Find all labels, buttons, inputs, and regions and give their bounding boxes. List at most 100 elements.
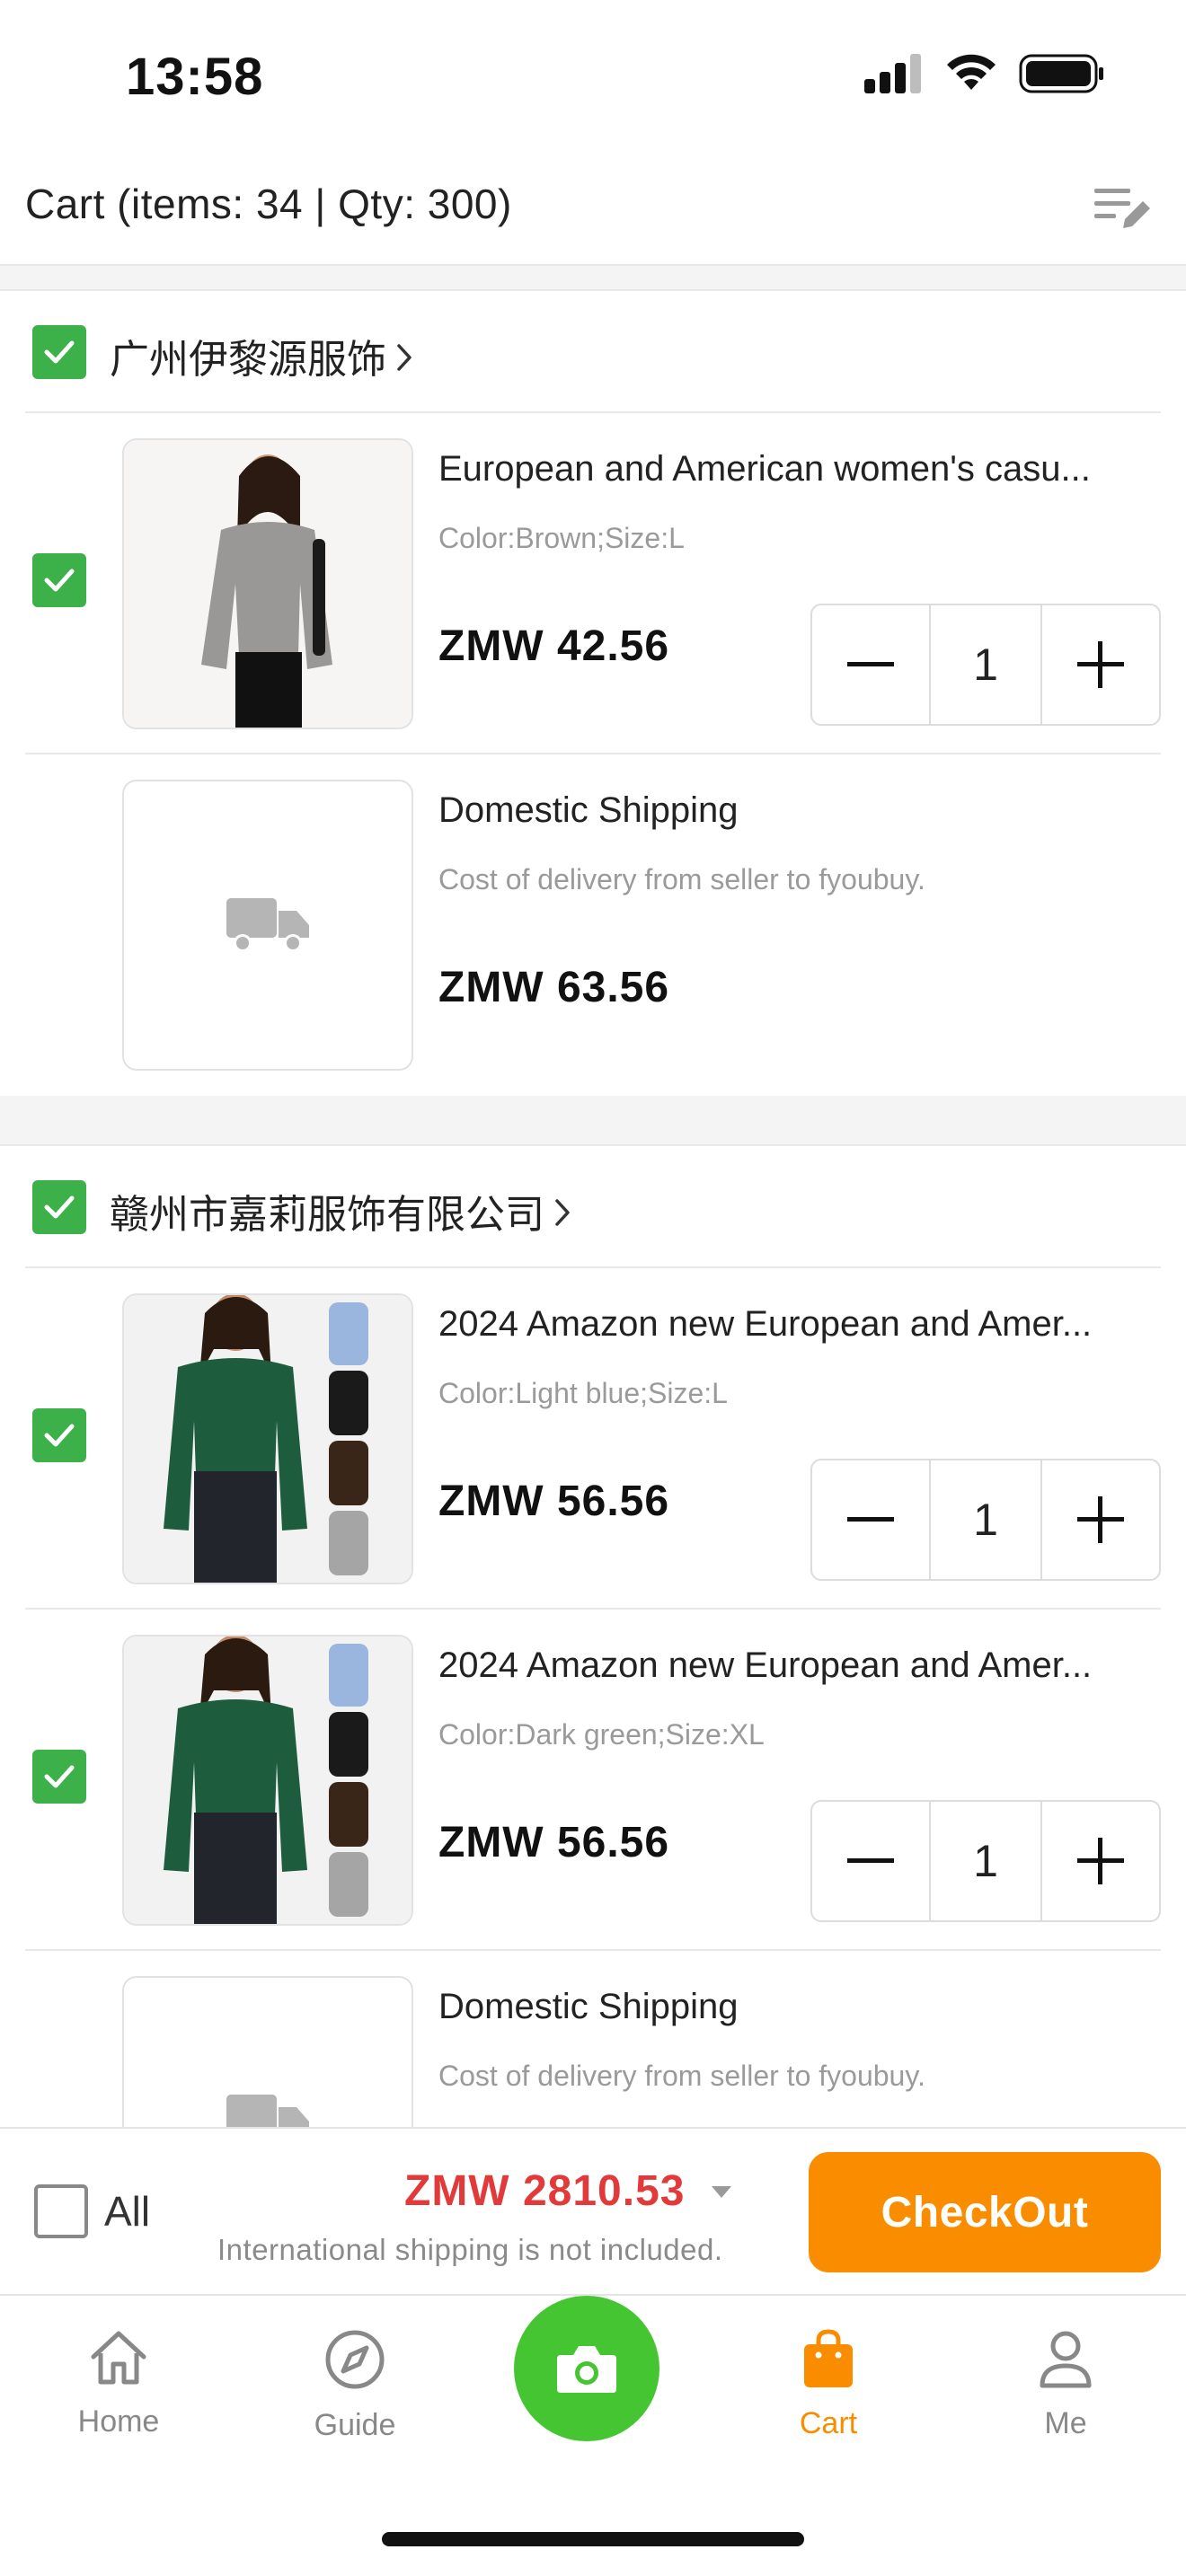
cart-item: 2024 Amazon new European and Amer... Col… bbox=[25, 1268, 1161, 1610]
item-price: ZMW 42.56 bbox=[438, 622, 670, 670]
checkmark-icon bbox=[44, 1424, 75, 1447]
truck-icon bbox=[226, 2095, 309, 2127]
chevron-right-icon bbox=[553, 1193, 573, 1238]
shipping-title: Domestic Shipping bbox=[438, 1987, 739, 2026]
seller-name[interactable]: 赣州市嘉莉服饰有限公司 bbox=[110, 1182, 573, 1239]
increase-button[interactable] bbox=[1042, 1802, 1159, 1920]
edit-list-button[interactable] bbox=[1091, 180, 1154, 237]
minus-icon bbox=[847, 1858, 894, 1863]
tab-me-label: Me bbox=[1044, 2406, 1087, 2440]
seller-checkbox[interactable] bbox=[32, 1180, 86, 1234]
camera-icon bbox=[557, 2346, 616, 2393]
checkmark-icon bbox=[44, 1765, 75, 1788]
item-checkbox[interactable] bbox=[32, 553, 86, 607]
shipping-item: Domestic Shipping Cost of delivery from … bbox=[25, 1951, 1161, 2127]
shipping-item: Domestic Shipping Cost of delivery from … bbox=[25, 754, 1161, 1096]
chevron-right-icon bbox=[395, 338, 415, 383]
item-title[interactable]: European and American women's casu... bbox=[438, 449, 1148, 490]
page-title: Cart (items: 34 | Qty: 300) bbox=[25, 181, 512, 227]
seller-checkbox[interactable] bbox=[32, 325, 86, 379]
checkout-bar: All ZMW 2810.53 International shipping i… bbox=[0, 2127, 1186, 2296]
cart-total[interactable]: ZMW 2810.53 bbox=[404, 2166, 733, 2216]
shipping-price: ZMW 63.56 bbox=[438, 964, 670, 1011]
select-all-checkbox[interactable] bbox=[34, 2184, 88, 2238]
cart-list[interactable]: 广州伊黎源服饰 European and American women's ca… bbox=[0, 266, 1186, 2127]
shopping-bag-icon bbox=[804, 2329, 853, 2387]
tab-cart-label: Cart bbox=[799, 2406, 858, 2440]
home-indicator[interactable] bbox=[382, 2532, 804, 2546]
select-all[interactable]: All bbox=[34, 2184, 150, 2238]
seller-header[interactable]: 广州伊黎源服饰 bbox=[25, 291, 1161, 413]
decrease-button[interactable] bbox=[812, 1802, 929, 1920]
item-title[interactable]: 2024 Amazon new European and Amer... bbox=[438, 1645, 1148, 1686]
battery-icon bbox=[1019, 54, 1103, 93]
quantity-stepper: 1 bbox=[810, 1459, 1161, 1581]
edit-list-icon bbox=[1094, 189, 1150, 228]
shipping-thumbnail bbox=[122, 1976, 413, 2127]
product-image[interactable] bbox=[122, 1635, 413, 1926]
section-divider bbox=[0, 1096, 1186, 1146]
plus-icon bbox=[1077, 1838, 1124, 1884]
tab-guide[interactable]: Guide bbox=[265, 2328, 445, 2443]
decrease-button[interactable] bbox=[812, 1460, 929, 1579]
item-info: European and American women's casu... Co… bbox=[438, 449, 1184, 555]
item-checkbox[interactable] bbox=[32, 1408, 86, 1462]
shipping-title: Domestic Shipping bbox=[438, 790, 739, 830]
item-price: ZMW 56.56 bbox=[438, 1819, 670, 1866]
item-info: 2024 Amazon new European and Amer... Col… bbox=[438, 1645, 1184, 1751]
tab-home[interactable]: Home bbox=[29, 2328, 208, 2439]
compass-icon bbox=[325, 2330, 385, 2389]
quantity-stepper: 1 bbox=[810, 1800, 1161, 1922]
caret-down-icon bbox=[712, 2185, 732, 2198]
plus-icon bbox=[1077, 641, 1124, 688]
shipping-note: International shipping is not included. bbox=[217, 2233, 723, 2266]
product-image[interactable] bbox=[122, 1293, 413, 1584]
minus-icon bbox=[847, 1517, 894, 1522]
product-image[interactable] bbox=[122, 438, 413, 729]
shipping-desc: Cost of delivery from seller to fyoubuy. bbox=[438, 2060, 925, 2092]
seller-name[interactable]: 广州伊黎源服饰 bbox=[110, 327, 415, 384]
cart-header: Cart (items: 34 | Qty: 300) bbox=[0, 153, 1186, 266]
select-all-label: All bbox=[104, 2188, 151, 2235]
seller-name-text: 广州伊黎源服饰 bbox=[110, 338, 386, 382]
decrease-button[interactable] bbox=[812, 605, 929, 724]
item-checkbox[interactable] bbox=[32, 1750, 86, 1804]
item-variant: Color:Brown;Size:L bbox=[438, 522, 685, 554]
checkout-button[interactable]: CheckOut bbox=[809, 2152, 1161, 2272]
item-variant: Color:Dark green;Size:XL bbox=[438, 1718, 765, 1751]
increase-button[interactable] bbox=[1042, 605, 1159, 724]
tab-me[interactable]: Me bbox=[976, 2328, 1155, 2441]
tab-guide-label: Guide bbox=[314, 2408, 396, 2442]
seller-name-text: 赣州市嘉莉服饰有限公司 bbox=[110, 1193, 544, 1237]
quantity-value[interactable]: 1 bbox=[929, 1460, 1042, 1579]
status-icons bbox=[863, 52, 1105, 95]
home-icon bbox=[91, 2331, 146, 2385]
quantity-stepper: 1 bbox=[810, 604, 1161, 726]
quantity-value[interactable]: 1 bbox=[929, 1802, 1042, 1920]
plus-icon bbox=[1077, 1496, 1124, 1543]
item-title[interactable]: 2024 Amazon new European and Amer... bbox=[438, 1304, 1148, 1345]
minus-icon bbox=[847, 662, 894, 666]
cart-item: 2024 Amazon new European and Amer... Col… bbox=[25, 1610, 1161, 1951]
seller-header[interactable]: 赣州市嘉莉服饰有限公司 bbox=[25, 1146, 1161, 1268]
tab-cart[interactable]: Cart bbox=[739, 2328, 918, 2441]
cellular-signal-icon bbox=[864, 54, 921, 93]
shipping-info: Domestic Shipping Cost of delivery from … bbox=[438, 1987, 1184, 2093]
quantity-value[interactable]: 1 bbox=[929, 605, 1042, 724]
checkmark-icon bbox=[44, 340, 75, 364]
status-time: 13:58 bbox=[126, 48, 264, 106]
status-bar: 13:58 bbox=[0, 0, 1186, 153]
wifi-icon bbox=[947, 54, 996, 90]
shipping-desc: Cost of delivery from seller to fyoubuy. bbox=[438, 863, 925, 895]
section-divider bbox=[0, 266, 1186, 291]
shipping-info: Domestic Shipping Cost of delivery from … bbox=[438, 790, 1184, 896]
item-info: 2024 Amazon new European and Amer... Col… bbox=[438, 1304, 1184, 1410]
increase-button[interactable] bbox=[1042, 1460, 1159, 1579]
shipping-thumbnail bbox=[122, 780, 413, 1071]
truck-icon bbox=[226, 898, 309, 952]
cart-item: European and American women's casu... Co… bbox=[25, 413, 1161, 754]
camera-search-button[interactable] bbox=[514, 2296, 659, 2441]
checkmark-icon bbox=[44, 569, 75, 592]
tab-home-label: Home bbox=[77, 2404, 160, 2439]
checkmark-icon bbox=[44, 1195, 75, 1219]
